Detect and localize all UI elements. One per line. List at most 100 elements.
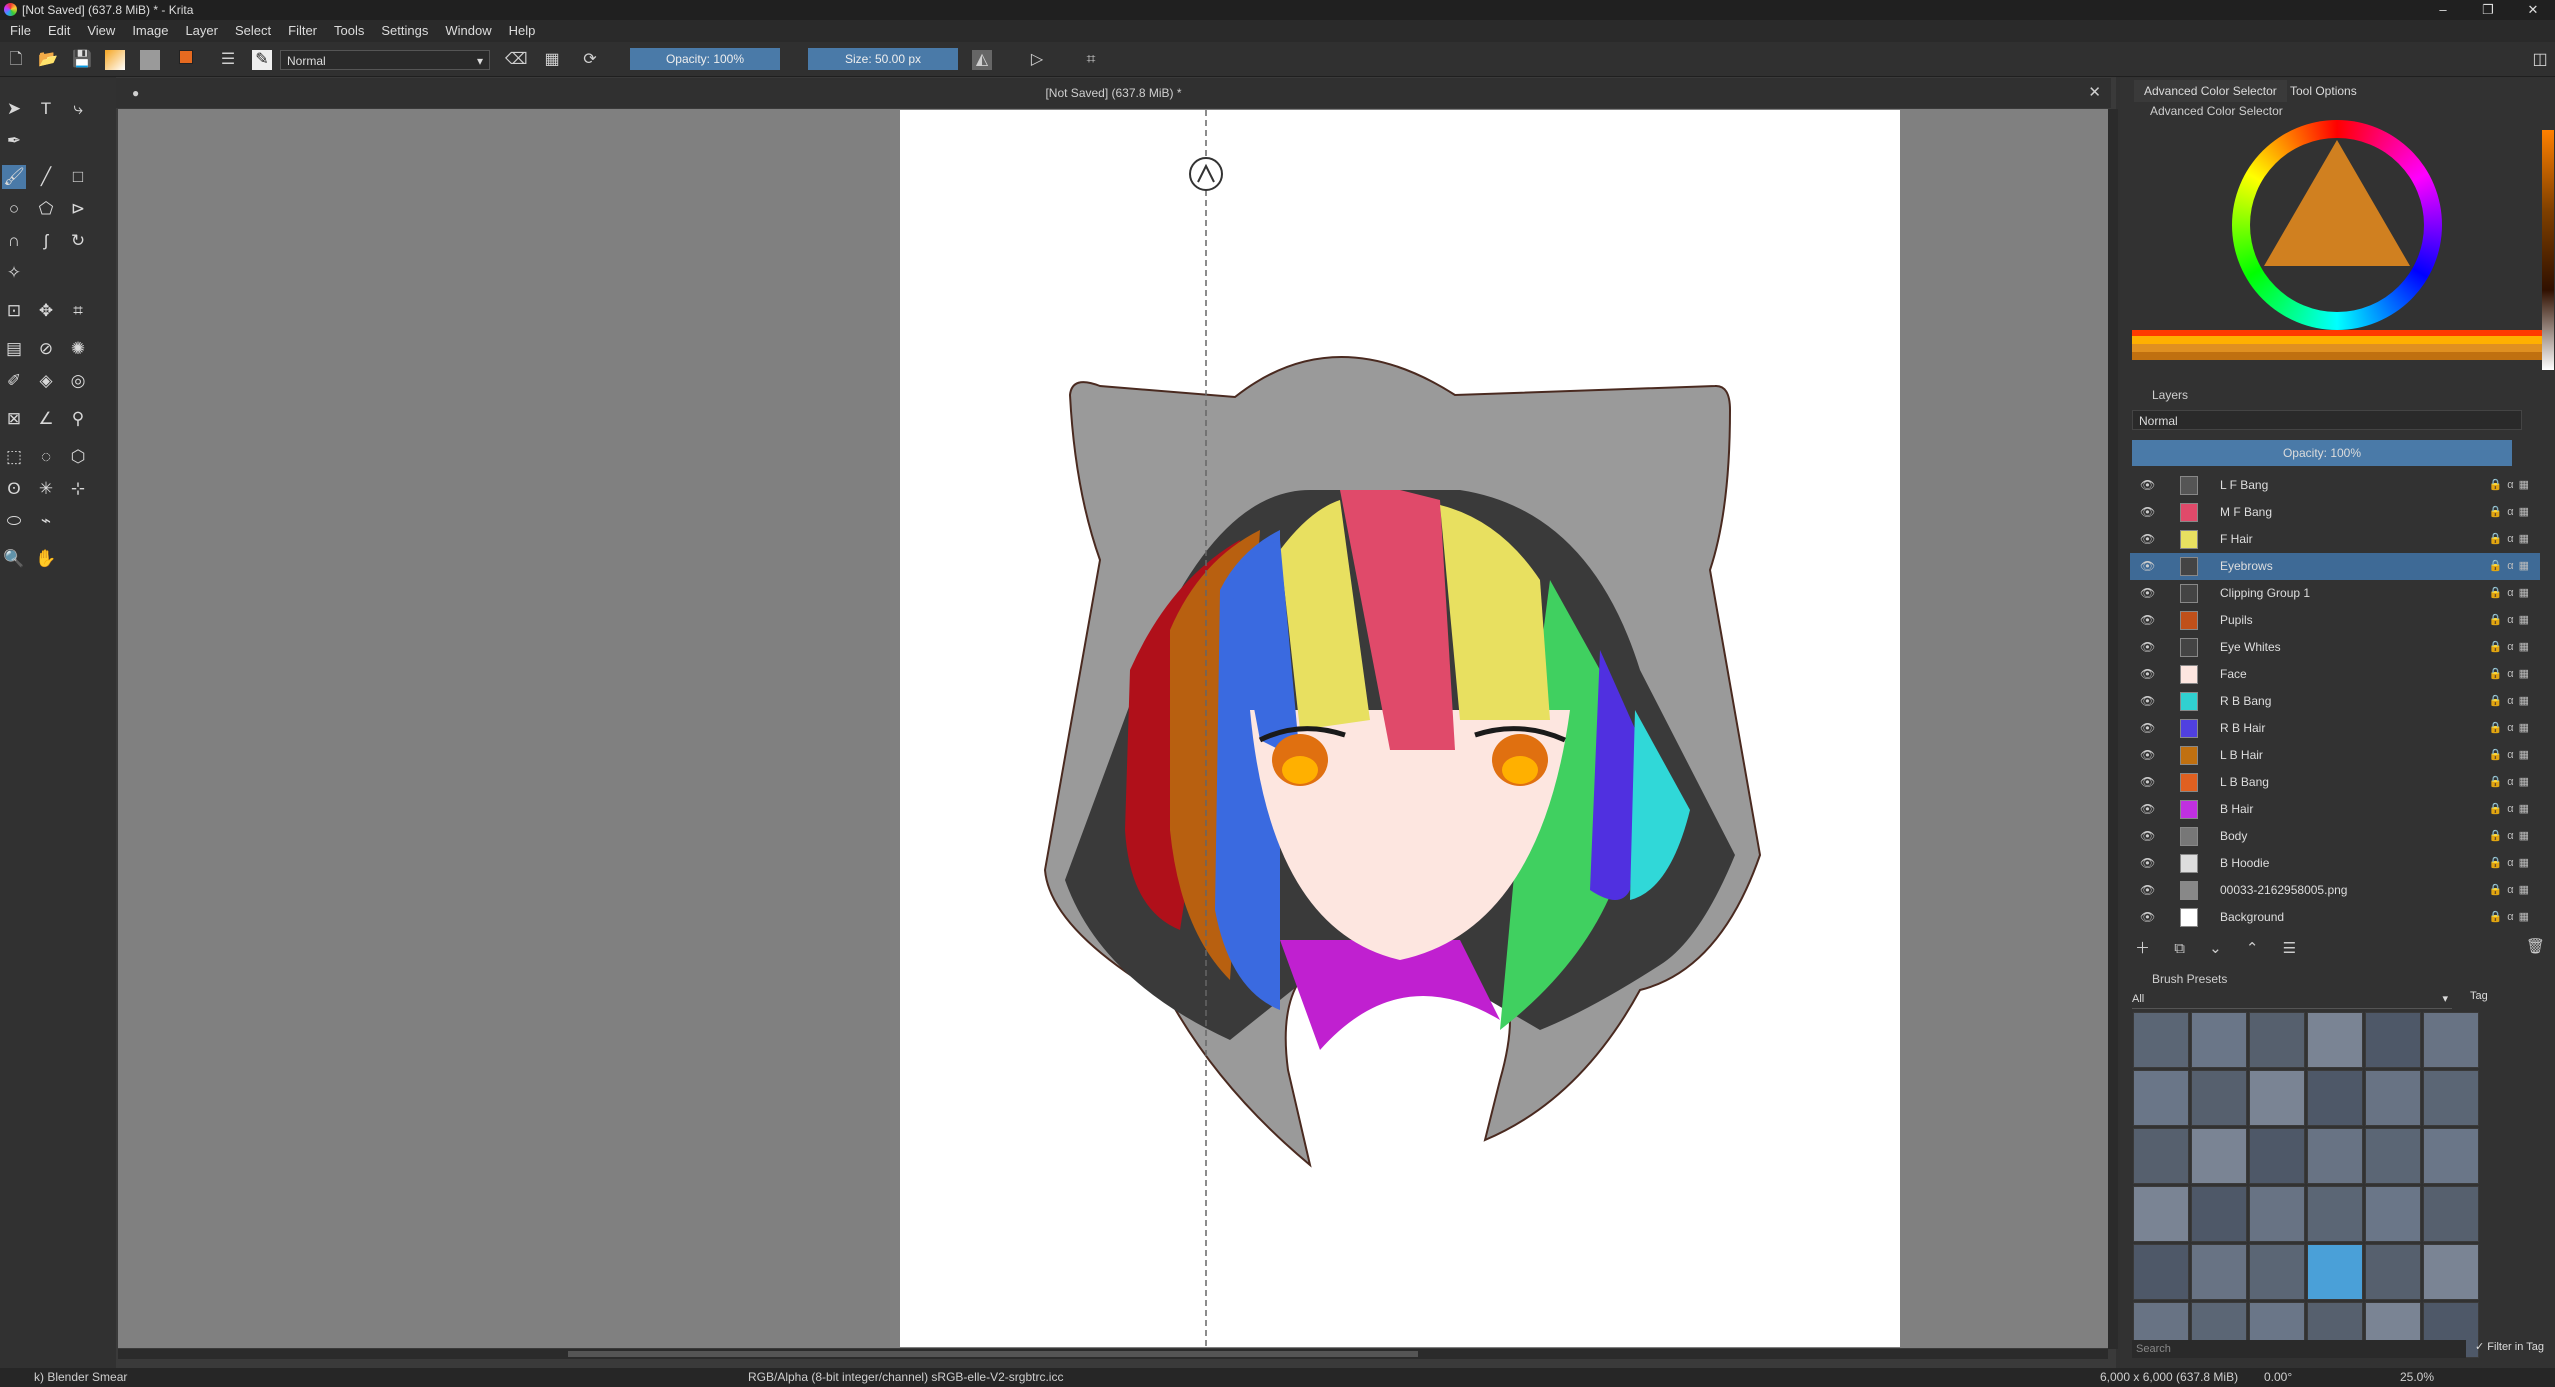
layer-row[interactable]: 👁 Face 🔒α▦ bbox=[2130, 661, 2540, 688]
calligraphy-icon[interactable]: ✒ bbox=[2, 129, 26, 153]
pan-tool-icon[interactable]: ✋ bbox=[34, 547, 58, 571]
brush-preset-tile[interactable] bbox=[2249, 1186, 2305, 1242]
layer-lock-icons[interactable]: 🔒α▦ bbox=[2489, 850, 2534, 877]
brush-preset-tile[interactable] bbox=[2191, 1186, 2247, 1242]
bezier-select-icon[interactable]: ⬭ bbox=[2, 509, 26, 533]
size-slider[interactable]: Size: 50.00 px bbox=[808, 48, 958, 70]
layer-row[interactable]: 👁 L F Bang 🔒α▦ bbox=[2130, 472, 2540, 499]
brush-preset-tile[interactable] bbox=[2133, 1012, 2189, 1068]
layer-lock-icons[interactable]: 🔒α▦ bbox=[2489, 580, 2534, 607]
layer-lock-icons[interactable]: 🔒α▦ bbox=[2489, 715, 2534, 742]
gradient-tool-icon[interactable]: ▤ bbox=[2, 337, 26, 361]
brush-preset-tile[interactable] bbox=[2365, 1186, 2421, 1242]
visibility-eye-icon[interactable]: 👁 bbox=[2140, 526, 2155, 553]
layer-lock-icons[interactable]: 🔒α▦ bbox=[2489, 796, 2534, 823]
menu-image[interactable]: Image bbox=[122, 20, 175, 42]
visibility-eye-icon[interactable]: 👁 bbox=[2140, 904, 2155, 931]
visibility-eye-icon[interactable]: 👁 bbox=[2140, 661, 2155, 688]
brush-search-input[interactable]: Search bbox=[2132, 1340, 2466, 1358]
layer-lock-icons[interactable]: 🔒α▦ bbox=[2489, 688, 2534, 715]
brush-filter-select[interactable]: All ▾ bbox=[2132, 990, 2452, 1009]
polygon-select-icon[interactable]: ⬡ bbox=[66, 445, 90, 469]
layer-row[interactable]: 👁 B Hoodie 🔒α▦ bbox=[2130, 850, 2540, 877]
hue-ring[interactable] bbox=[2232, 120, 2442, 330]
menu-window[interactable]: Window bbox=[435, 20, 498, 42]
layer-row[interactable]: 👁 L B Bang 🔒α▦ bbox=[2130, 769, 2540, 796]
brush-preset-tile[interactable] bbox=[2307, 1012, 2363, 1068]
save-document-icon[interactable]: 💾 bbox=[72, 50, 92, 70]
freehand-brush-icon[interactable]: 🖌 bbox=[2, 165, 26, 189]
brush-tag-button[interactable]: Tag bbox=[2470, 990, 2488, 1002]
bezier-tool-icon[interactable]: ∩ bbox=[2, 229, 26, 253]
layer-lock-icons[interactable]: 🔒α▦ bbox=[2489, 661, 2534, 688]
visibility-eye-icon[interactable]: 👁 bbox=[2140, 472, 2155, 499]
canvas-paper[interactable] bbox=[900, 110, 1900, 1347]
move-tool-icon[interactable]: ✥ bbox=[34, 299, 58, 323]
wrap-around-icon[interactable]: ⌗ bbox=[1081, 50, 1101, 70]
move-down-icon[interactable]: ⌄ bbox=[2209, 940, 2222, 957]
brush-preset-tile[interactable] bbox=[2191, 1244, 2247, 1300]
layer-row[interactable]: 👁 00033-2162958005.png 🔒α▦ bbox=[2130, 877, 2540, 904]
layer-row[interactable]: 👁 M F Bang 🔒α▦ bbox=[2130, 499, 2540, 526]
visibility-eye-icon[interactable]: 👁 bbox=[2140, 715, 2155, 742]
visibility-eye-icon[interactable]: 👁 bbox=[2140, 553, 2155, 580]
layer-blend-select[interactable]: Normal bbox=[2132, 410, 2522, 430]
contiguous-select-icon[interactable]: ✳ bbox=[34, 477, 58, 501]
zoom-tool-icon[interactable]: 🔍 bbox=[2, 547, 26, 571]
freehand-select-icon[interactable]: ʘ bbox=[2, 477, 26, 501]
ellipse-select-icon[interactable]: ◌ bbox=[34, 445, 58, 469]
brush-preset-tile[interactable] bbox=[2365, 1070, 2421, 1126]
brush-preset-tile[interactable] bbox=[2191, 1128, 2247, 1184]
color-swap-icon[interactable] bbox=[176, 50, 196, 70]
workspace-icon[interactable]: ◫ bbox=[2530, 50, 2550, 70]
filter-in-tag-checkbox[interactable]: ✓ Filter in Tag bbox=[2475, 1340, 2544, 1353]
brush-preset-tile[interactable] bbox=[2423, 1128, 2479, 1184]
layer-lock-icons[interactable]: 🔒α▦ bbox=[2489, 769, 2534, 796]
layer-lock-icons[interactable]: 🔒α▦ bbox=[2489, 877, 2534, 904]
dynamic-brush-icon[interactable]: ↻ bbox=[66, 229, 90, 253]
fill-tool-icon[interactable]: ◈ bbox=[34, 369, 58, 393]
visibility-eye-icon[interactable]: 👁 bbox=[2140, 877, 2155, 904]
color-picker-icon[interactable]: ⊘ bbox=[34, 337, 58, 361]
visibility-eye-icon[interactable]: 👁 bbox=[2140, 742, 2155, 769]
brush-preset-tile[interactable] bbox=[2423, 1070, 2479, 1126]
rectangle-tool-icon[interactable]: □ bbox=[66, 165, 90, 189]
pattern-swatch-icon[interactable] bbox=[140, 50, 160, 70]
menu-layer[interactable]: Layer bbox=[175, 20, 225, 42]
horizontal-scrollbar[interactable] bbox=[118, 1349, 2108, 1359]
menu-select[interactable]: Select bbox=[225, 20, 278, 42]
ellipse-tool-icon[interactable]: ○ bbox=[2, 197, 26, 221]
line-tool-icon[interactable]: ╱ bbox=[34, 165, 58, 189]
new-document-icon[interactable]: 🗋 bbox=[6, 50, 26, 70]
brush-preset-tile[interactable] bbox=[2423, 1186, 2479, 1242]
crop-tool-icon[interactable]: ⌗ bbox=[66, 299, 90, 323]
menu-file[interactable]: File bbox=[0, 20, 38, 42]
document-tab[interactable]: [Not Saved] (637.8 MiB) * ● ✕ bbox=[116, 78, 2111, 108]
brush-preset-tile[interactable] bbox=[2133, 1070, 2189, 1126]
close-window-button[interactable]: ✕ bbox=[2513, 0, 2553, 20]
layer-row[interactable]: 👁 Pupils 🔒α▦ bbox=[2130, 607, 2540, 634]
brush-preset-tile[interactable] bbox=[2423, 1012, 2479, 1068]
brush-preset-tile[interactable] bbox=[2365, 1244, 2421, 1300]
brush-preset-tile[interactable] bbox=[2249, 1012, 2305, 1068]
colorize-mask-icon[interactable]: ✐ bbox=[2, 369, 26, 393]
tab-advanced-color-selector[interactable]: Advanced Color Selector bbox=[2134, 80, 2287, 102]
visibility-eye-icon[interactable]: 👁 bbox=[2140, 769, 2155, 796]
color-shades-strip[interactable] bbox=[2132, 330, 2542, 360]
visibility-eye-icon[interactable]: 👁 bbox=[2140, 850, 2155, 877]
brush-preset-tile[interactable] bbox=[2423, 1244, 2479, 1300]
brush-preset-tile[interactable] bbox=[2307, 1128, 2363, 1184]
enclose-fill-icon[interactable]: ◎ bbox=[66, 369, 90, 393]
tab-tool-options[interactable]: Tool Options bbox=[2280, 80, 2367, 102]
layer-row[interactable]: 👁 R B Bang 🔒α▦ bbox=[2130, 688, 2540, 715]
brush-preset-tile[interactable] bbox=[2133, 1244, 2189, 1300]
brush-preset-tile[interactable] bbox=[2191, 1012, 2247, 1068]
reload-preset-icon[interactable]: ⟳ bbox=[580, 50, 600, 70]
move-up-icon[interactable]: ⌃ bbox=[2246, 940, 2259, 957]
layer-lock-icons[interactable]: 🔒α▦ bbox=[2489, 526, 2534, 553]
layer-opacity-slider[interactable]: Opacity: 100% bbox=[2132, 440, 2512, 466]
brush-preset-icon[interactable]: ✎ bbox=[252, 50, 272, 70]
rect-select-icon[interactable]: ⬚ bbox=[2, 445, 26, 469]
blend-mode-select[interactable]: Normal ▾ bbox=[280, 50, 490, 70]
mirror-vertical-icon[interactable]: ▷ bbox=[1027, 50, 1047, 70]
